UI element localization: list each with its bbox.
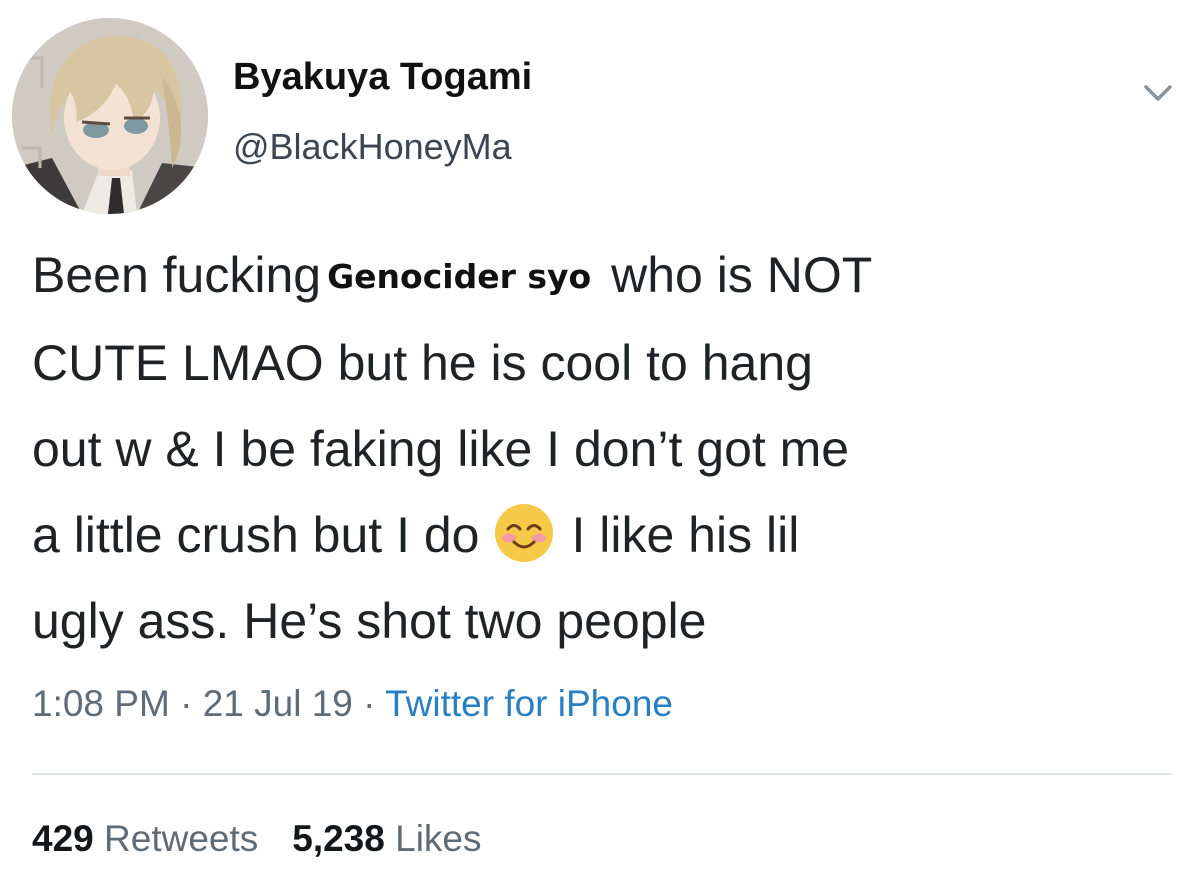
likes-count: 5,238 <box>292 818 385 859</box>
tweet-line-3: out w & I be faking like I don’t got me <box>32 421 850 477</box>
tweet-line-4: a little crush but I do I like his lil <box>32 492 1172 578</box>
retweets-label: Retweets <box>104 818 259 859</box>
tweet-text-segment: a little crush but I do <box>32 507 480 563</box>
overlay-name-text: Genocider syo <box>327 257 592 296</box>
divider <box>32 773 1172 775</box>
tweet-text-segment: Been fucking <box>32 247 322 303</box>
tweet-line-1: Been fucking Genocider syo who is NOT <box>32 232 1172 320</box>
retweets-stat[interactable]: 429 Retweets <box>32 818 258 859</box>
smiling-face-emoji-icon <box>495 504 554 562</box>
user-handle[interactable]: @BlackHoneyMa <box>233 126 512 168</box>
tweet-date[interactable]: 21 Jul 19 <box>203 683 353 724</box>
tweet-stats: 429 Retweets 5,238 Likes <box>32 818 516 860</box>
tweet-text-segment: I like his lil <box>571 507 800 563</box>
likes-stat[interactable]: 5,238 Likes <box>292 818 481 859</box>
tweet-text-segment: who is NOT <box>611 247 873 303</box>
tweet-meta: 1:08 PM · 21 Jul 19 · Twitter for iPhone <box>32 683 673 725</box>
avatar[interactable] <box>12 18 208 214</box>
likes-label: Likes <box>395 818 482 859</box>
avatar-image <box>12 18 208 214</box>
tweet-line-2: CUTE LMAO but he is cool to hang <box>32 335 813 391</box>
retweets-count: 429 <box>32 818 94 859</box>
tweet-card: Byakuya Togami @BlackHoneyMa Been fuckin… <box>0 0 1199 894</box>
chevron-down-icon[interactable] <box>1138 78 1178 108</box>
tweet-source-link[interactable]: Twitter for iPhone <box>385 683 673 724</box>
meta-separator: · <box>169 683 203 724</box>
meta-separator: · <box>352 683 386 724</box>
tweet-text: Been fucking Genocider syo who is NOT CUT… <box>32 232 1172 664</box>
tweet-line-5: ugly ass. He’s shot two people <box>32 593 707 649</box>
tweet-time[interactable]: 1:08 PM <box>32 683 170 724</box>
display-name[interactable]: Byakuya Togami <box>233 56 532 99</box>
